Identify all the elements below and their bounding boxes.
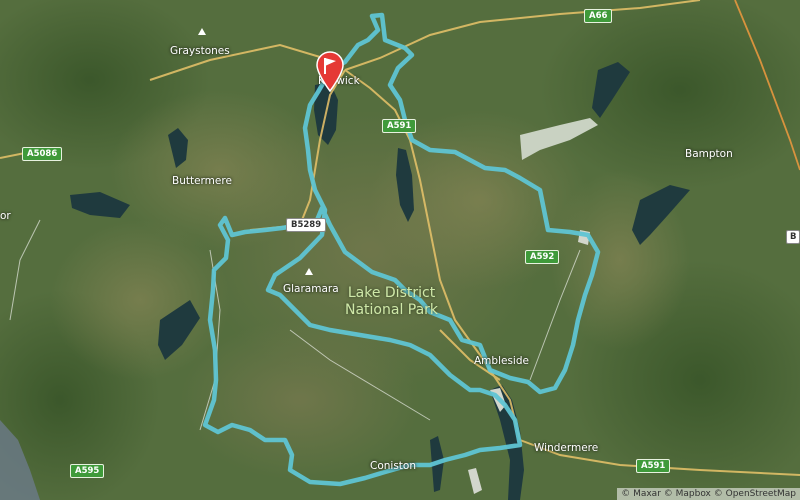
start-flag-marker[interactable]: [315, 50, 345, 93]
place-label-ambleside: Ambleside: [474, 355, 529, 367]
place-label-coniston: Coniston: [370, 460, 416, 472]
road-shield-a5086: A5086: [22, 147, 63, 161]
national-park-label-line2: National Park: [345, 302, 439, 318]
place-label-edge-left: or: [0, 210, 11, 222]
flag-icon: [316, 51, 344, 93]
place-label-windermere: Windermere: [534, 442, 599, 454]
place-label-bampton: Bampton: [685, 148, 733, 160]
road-shield-a66: A66: [584, 9, 613, 23]
map-attribution[interactable]: © Maxar © Mapbox © OpenStreetMap: [617, 488, 800, 500]
road-shield-a591-south: A591: [636, 459, 671, 473]
place-label-buttermere: Buttermere: [172, 175, 232, 187]
place-label-glaramara: Glaramara: [283, 283, 339, 295]
map-view[interactable]: Graystones Keswick Buttermere Bampton Am…: [0, 0, 800, 500]
national-park-label: Lake District National Park: [345, 285, 438, 319]
road-shield-b5289: B5289: [286, 218, 327, 232]
place-label-graystones: Graystones: [170, 45, 230, 57]
satellite-terrain: [0, 0, 800, 500]
road-shield-a595: A595: [70, 464, 105, 478]
national-park-label-line1: Lake District: [347, 285, 436, 301]
road-shield-edge: B: [786, 230, 800, 244]
summit-icon: [305, 268, 313, 275]
summit-icon: [198, 28, 206, 35]
road-shield-a591: A591: [382, 119, 417, 133]
road-shield-a592: A592: [525, 250, 560, 264]
